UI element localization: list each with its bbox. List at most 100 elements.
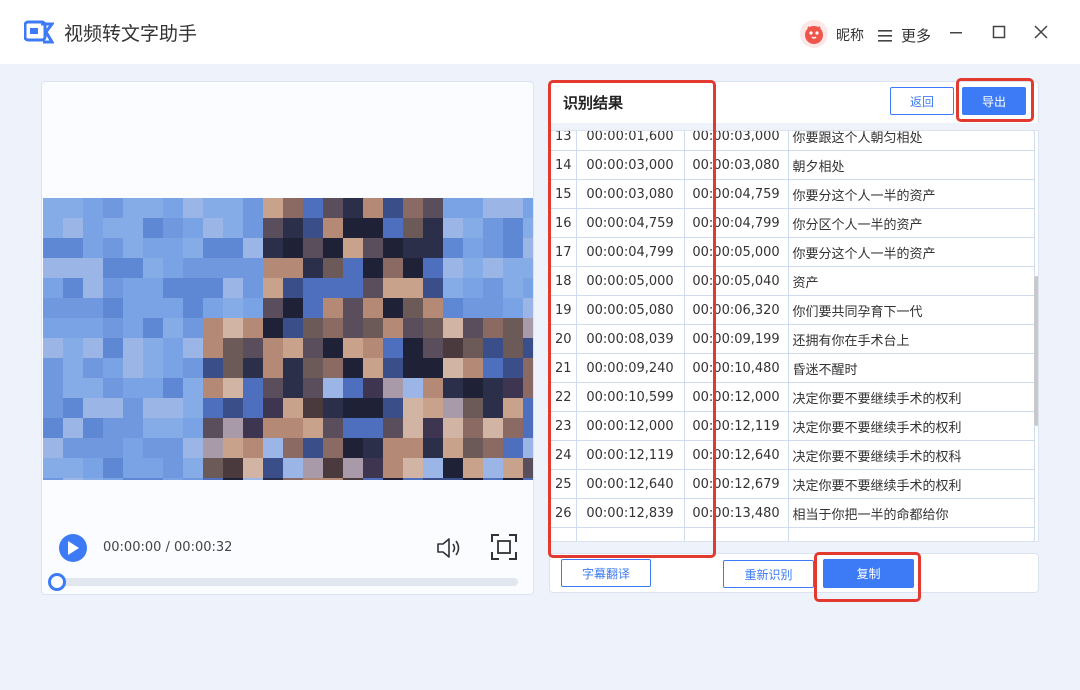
row-index: 23 xyxy=(550,411,577,441)
mosaic-cell xyxy=(363,338,383,358)
mosaic-cell xyxy=(523,258,533,278)
mosaic-cell xyxy=(383,298,403,318)
back-button[interactable]: 返回 xyxy=(890,87,954,115)
row-index: 13 xyxy=(550,131,577,151)
mosaic-cell xyxy=(483,198,503,218)
mosaic-cell xyxy=(163,378,183,398)
mosaic-cell xyxy=(143,338,163,358)
mosaic-cell xyxy=(363,218,383,238)
row-index: 21 xyxy=(550,353,577,383)
mosaic-cell xyxy=(43,198,63,218)
mosaic-cell xyxy=(383,358,403,378)
mosaic-cell xyxy=(303,358,323,378)
play-button[interactable] xyxy=(59,534,87,562)
table-row[interactable]: 23 00:00:12,000 00:00:12,119 决定你要不要继续手术的权利 xyxy=(550,411,1035,441)
mosaic-cell xyxy=(423,198,443,218)
table-row[interactable]: 21 00:00:09,240 00:00:10,480 昏迷不醒时 xyxy=(550,353,1035,383)
mosaic-cell xyxy=(163,398,183,418)
mosaic-cell xyxy=(123,378,143,398)
mosaic-cell xyxy=(63,218,83,238)
table-row[interactable]: 17 00:00:04,799 00:00:05,000 你要分这个人一半的资产 xyxy=(550,237,1035,267)
menu-icon[interactable] xyxy=(878,27,892,42)
mosaic-cell xyxy=(443,298,463,318)
mosaic-cell xyxy=(303,398,323,418)
row-start-time: 00:00:05,000 xyxy=(575,266,685,296)
mosaic-cell xyxy=(223,198,243,218)
fullscreen-icon[interactable] xyxy=(491,534,517,560)
mosaic-cell xyxy=(523,458,533,478)
mosaic-cell xyxy=(283,238,303,258)
nickname-label[interactable]: 昵称 xyxy=(836,25,864,45)
mosaic-cell xyxy=(463,278,483,298)
table-row[interactable]: 22 00:00:10,599 00:00:12,000 决定你要不要继续手术的权利 xyxy=(550,382,1035,412)
progress-handle[interactable] xyxy=(48,573,66,591)
row-start-time: 00:00:12,640 xyxy=(575,469,685,499)
mosaic-cell xyxy=(403,358,423,378)
row-end-time: 00:00:05,040 xyxy=(683,266,789,296)
minimize-icon[interactable] xyxy=(944,20,968,44)
app-title: 视频转文字助手 xyxy=(64,23,198,45)
table-scrollbar[interactable] xyxy=(1034,276,1038,426)
mosaic-cell xyxy=(263,358,283,378)
mosaic-cell xyxy=(163,338,183,358)
mosaic-cell xyxy=(223,278,243,298)
table-row[interactable]: 15 00:00:03,080 00:00:04,759 你要分这个人一半的资产 xyxy=(550,179,1035,209)
row-end-time: 00:00:06,320 xyxy=(683,295,789,325)
mosaic-cell xyxy=(463,378,483,398)
mosaic-cell xyxy=(263,478,283,480)
mosaic-cell xyxy=(463,458,483,478)
mosaic-cell xyxy=(343,258,363,278)
table-row[interactable]: 25 00:00:12,640 00:00:12,679 决定你要不要继续手术的权利 xyxy=(550,469,1035,499)
progress-bar[interactable] xyxy=(58,578,518,586)
mosaic-cell xyxy=(423,398,443,418)
mosaic-cell xyxy=(443,338,463,358)
mosaic-cell xyxy=(483,438,503,458)
export-button[interactable]: 导出 xyxy=(962,87,1026,115)
mosaic-cell xyxy=(523,218,533,238)
mosaic-cell xyxy=(63,358,83,378)
mosaic-cell xyxy=(63,398,83,418)
close-icon[interactable] xyxy=(1029,20,1053,44)
maximize-icon[interactable] xyxy=(987,20,1011,44)
row-end-time: 00:00:13,480 xyxy=(683,498,789,528)
row-index: 26 xyxy=(550,498,577,528)
table-row[interactable]: 14 00:00:03,000 00:00:03,080 朝夕相处 xyxy=(550,150,1035,180)
re-recognize-button[interactable]: 重新识别 xyxy=(723,560,814,588)
mosaic-cell xyxy=(203,198,223,218)
mosaic-cell xyxy=(383,458,403,478)
table-row[interactable]: 18 00:00:05,000 00:00:05,040 资产 xyxy=(550,266,1035,296)
mosaic-cell xyxy=(423,458,443,478)
mosaic-cell xyxy=(123,398,143,418)
mosaic-cell xyxy=(43,418,63,438)
mosaic-cell xyxy=(83,238,103,258)
subtitle-table-container[interactable]: 13 00:00:01,600 00:00:03,000 你要跟这个人朝匀相处 14 00… xyxy=(549,130,1039,542)
table-row[interactable]: 24 00:00:12,119 00:00:12,640 决定你要不要继续手术的权科 xyxy=(550,440,1035,470)
mosaic-cell xyxy=(243,418,263,438)
row-index: 17 xyxy=(550,237,577,267)
subtitle-translate-button[interactable]: 字幕翻译 xyxy=(561,559,651,587)
copy-button[interactable]: 复制 xyxy=(823,559,914,588)
volume-icon[interactable] xyxy=(435,535,463,561)
table-row[interactable]: 13 00:00:01,600 00:00:03,000 你要跟这个人朝匀相处 xyxy=(550,131,1035,151)
mosaic-cell xyxy=(283,218,303,238)
mosaic-cell xyxy=(43,338,63,358)
mosaic-cell xyxy=(103,438,123,458)
table-row[interactable]: 19 00:00:05,080 00:00:06,320 你们要共同孕育下一代 xyxy=(550,295,1035,325)
video-preview[interactable] xyxy=(43,198,533,480)
mosaic-cell xyxy=(63,418,83,438)
mosaic-cell xyxy=(383,258,403,278)
avatar-icon[interactable] xyxy=(800,20,828,48)
mosaic-cell xyxy=(363,378,383,398)
mosaic-cell xyxy=(43,378,63,398)
table-row[interactable]: 26 00:00:12,839 00:00:13,480 相当于你把一半的命都给你 xyxy=(550,498,1035,528)
table-row[interactable]: 16 00:00:04,759 00:00:04,799 你分区个人一半的资产 xyxy=(550,208,1035,238)
more-menu-label[interactable]: 更多 xyxy=(901,25,931,46)
title-bar: 视频转文字助手 昵称 更多 xyxy=(0,0,1080,64)
mosaic-cell xyxy=(243,438,263,458)
row-start-time xyxy=(575,527,685,541)
mosaic-cell xyxy=(263,218,283,238)
mosaic-cell xyxy=(43,478,63,480)
row-start-time: 00:00:05,080 xyxy=(575,295,685,325)
mosaic-cell xyxy=(183,418,203,438)
table-row[interactable]: 20 00:00:08,039 00:00:09,199 还拥有你在手术台上 xyxy=(550,324,1035,354)
